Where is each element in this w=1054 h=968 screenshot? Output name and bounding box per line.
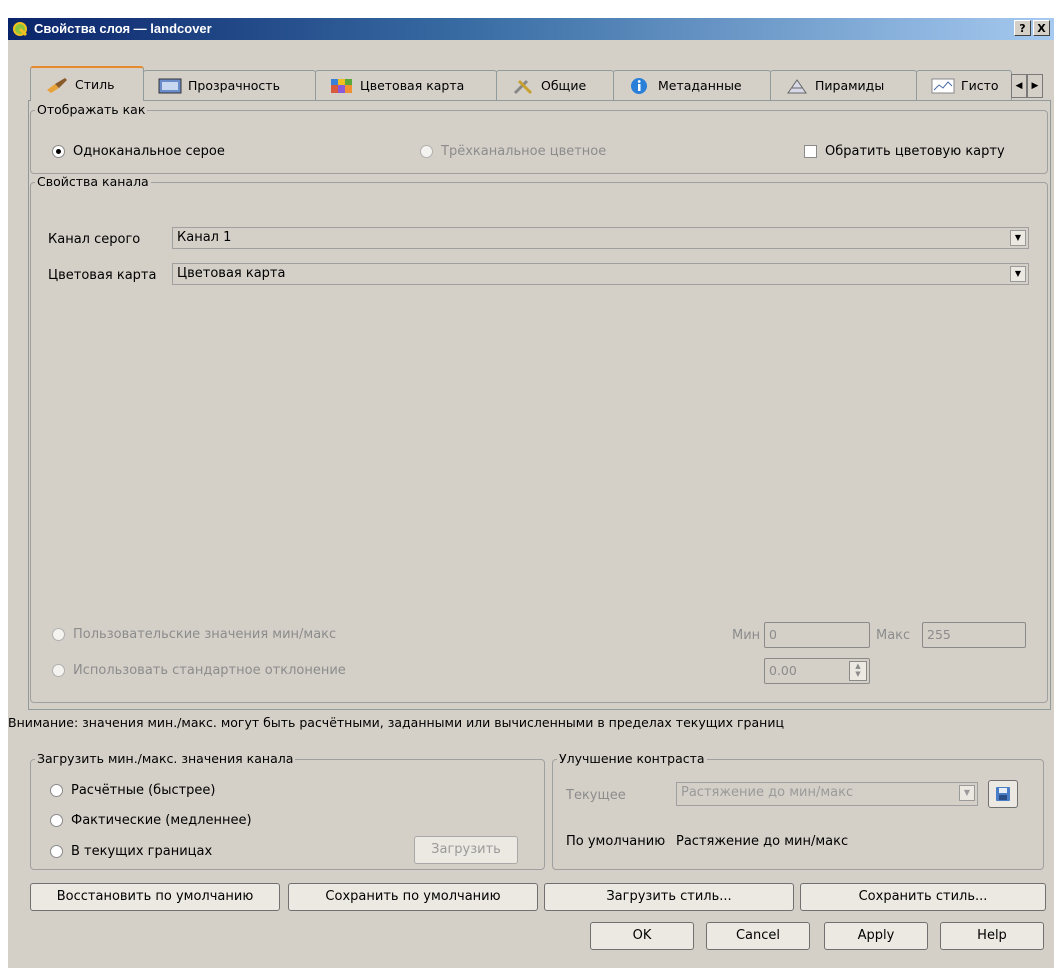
chevron-down-icon: ▼ [1010, 266, 1026, 282]
radio-label: Фактические (медленнее) [71, 813, 252, 828]
help-button[interactable]: Help [940, 922, 1044, 950]
tab-colormap[interactable]: Цветовая карта [315, 70, 497, 100]
checkbox-unchecked-icon [804, 145, 817, 158]
gray-band-select[interactable]: Канал 1 ▼ [172, 227, 1029, 249]
tab-label: Цветовая карта [360, 78, 465, 93]
current-contrast-label: Текущее [566, 788, 626, 803]
select-value: Растяжение до мин/макс [681, 785, 854, 800]
help-title-button[interactable]: ? [1014, 20, 1031, 36]
cancel-button[interactable]: Cancel [706, 922, 810, 950]
radio-unchecked-icon [52, 628, 65, 641]
tab-label: Метаданные [658, 78, 742, 93]
group-title: Отображать как [35, 102, 148, 117]
chevron-down-icon: ▼ [1010, 230, 1026, 246]
ok-button[interactable]: OK [590, 922, 694, 950]
pyramid-icon [785, 77, 809, 95]
minmax-warning-text: Внимание: значения мин./макс. могут быть… [8, 715, 784, 730]
band-properties-group: Свойства канала [30, 174, 1048, 703]
tab-scroll-right-button[interactable]: ▶ [1027, 74, 1043, 98]
radio-label: Пользовательские значения мин/макс [73, 627, 337, 642]
info-icon [628, 77, 652, 95]
display-as-group: Отображать как [30, 102, 1048, 174]
radio-checked-icon [52, 145, 65, 158]
radio-label: Одноканальное серое [73, 144, 225, 159]
tab-histogram[interactable]: Гисто [916, 70, 1012, 100]
tab-label: Прозрачность [188, 78, 280, 93]
title-bar[interactable]: Свойства слоя — landcover ? X [8, 18, 1054, 40]
tab-transparency[interactable]: Прозрачность [143, 70, 316, 100]
contrast-enhancement-group: Улучшение контраста [552, 751, 1044, 870]
radio-label: Расчётные (быстрее) [71, 783, 216, 798]
load-minmax-button[interactable]: Загрузить [414, 836, 518, 864]
radio-unchecked-icon [50, 784, 63, 797]
tools-icon [511, 77, 535, 95]
three-band-color-radio[interactable]: Трёхканальное цветное [420, 144, 606, 159]
radio-label: В текущих границах [71, 844, 213, 859]
floppy-disk-icon [994, 787, 1012, 807]
group-title: Улучшение контраста [557, 751, 707, 766]
single-band-gray-radio[interactable]: Одноканальное серое [52, 144, 225, 159]
tab-scroll-left-button[interactable]: ◀ [1011, 74, 1027, 98]
min-label: Мин [732, 628, 761, 643]
window-title: Свойства слоя — landcover [34, 21, 212, 36]
histogram-icon [931, 77, 955, 95]
radio-label: Использовать стандартное отклонение [73, 663, 346, 678]
chevron-left-icon: ◀ [1015, 81, 1023, 91]
default-contrast-value: Растяжение до мин/макс [676, 834, 849, 849]
default-contrast-label: По умолчанию [566, 834, 666, 849]
select-value: Цветовая карта [177, 266, 286, 281]
spinbox-value: 0.00 [769, 663, 797, 678]
radio-unchecked-icon [420, 145, 433, 158]
brush-icon [45, 76, 69, 94]
qgis-logo-icon [12, 21, 28, 40]
layer-properties-dialog: Свойства слоя — landcover ? X Стиль Проз… [8, 18, 1054, 968]
tab-metadata[interactable]: Метаданные [613, 70, 771, 100]
max-label: Макс [876, 628, 911, 643]
chevron-down-icon: ▼ [959, 785, 975, 801]
invert-colormap-checkbox[interactable]: Обратить цветовую карту [804, 144, 1005, 159]
save-default-style-button[interactable]: Сохранить по умолчанию [288, 883, 538, 911]
stddev-spinbox[interactable]: 0.00 ▲ ▼ [764, 658, 870, 684]
tab-label: Пирамиды [815, 78, 885, 93]
colormap-label: Цветовая карта [48, 268, 157, 283]
max-input[interactable]: 255 [922, 622, 1026, 648]
spin-arrows-icon[interactable]: ▲ ▼ [849, 661, 867, 681]
colormap-select[interactable]: Цветовая карта ▼ [172, 263, 1029, 285]
chevron-right-icon: ▶ [1031, 81, 1039, 91]
save-contrast-default-button[interactable] [988, 780, 1018, 808]
tab-label: Стиль [75, 77, 115, 92]
actual-radio[interactable]: Фактические (медленнее) [50, 813, 252, 828]
colormap-icon [330, 77, 354, 95]
save-style-button[interactable]: Сохранить стиль... [800, 883, 1046, 911]
apply-button[interactable]: Apply [824, 922, 928, 950]
min-input[interactable]: 0 [764, 622, 870, 648]
contrast-select[interactable]: Растяжение до мин/макс ▼ [676, 782, 978, 806]
tab-label: Гисто [961, 78, 999, 93]
checkbox-label: Обратить цветовую карту [825, 144, 1005, 159]
use-stddev-radio[interactable]: Использовать стандартное отклонение [52, 663, 346, 678]
radio-unchecked-icon [50, 845, 63, 858]
tab-pyramids[interactable]: Пирамиды [770, 70, 917, 100]
group-title: Свойства канала [35, 174, 151, 189]
tab-style[interactable]: Стиль [30, 66, 144, 101]
current-extent-radio[interactable]: В текущих границах [50, 844, 212, 859]
estimate-radio[interactable]: Расчётные (быстрее) [50, 783, 216, 798]
custom-minmax-radio[interactable]: Пользовательские значения мин/макс [52, 627, 336, 642]
group-title: Загрузить мин./макс. значения канала [35, 751, 296, 766]
radio-label: Трёхканальное цветное [441, 144, 607, 159]
load-style-button[interactable]: Загрузить стиль... [544, 883, 794, 911]
tab-label: Общие [541, 78, 587, 93]
restore-default-style-button[interactable]: Восстановить по умолчанию [30, 883, 280, 911]
gray-band-label: Канал серого [48, 232, 141, 247]
transparency-icon [158, 77, 182, 95]
radio-unchecked-icon [50, 814, 63, 827]
close-title-button[interactable]: X [1033, 20, 1050, 36]
tab-general[interactable]: Общие [496, 70, 614, 100]
select-value: Канал 1 [177, 230, 232, 245]
radio-unchecked-icon [52, 664, 65, 677]
